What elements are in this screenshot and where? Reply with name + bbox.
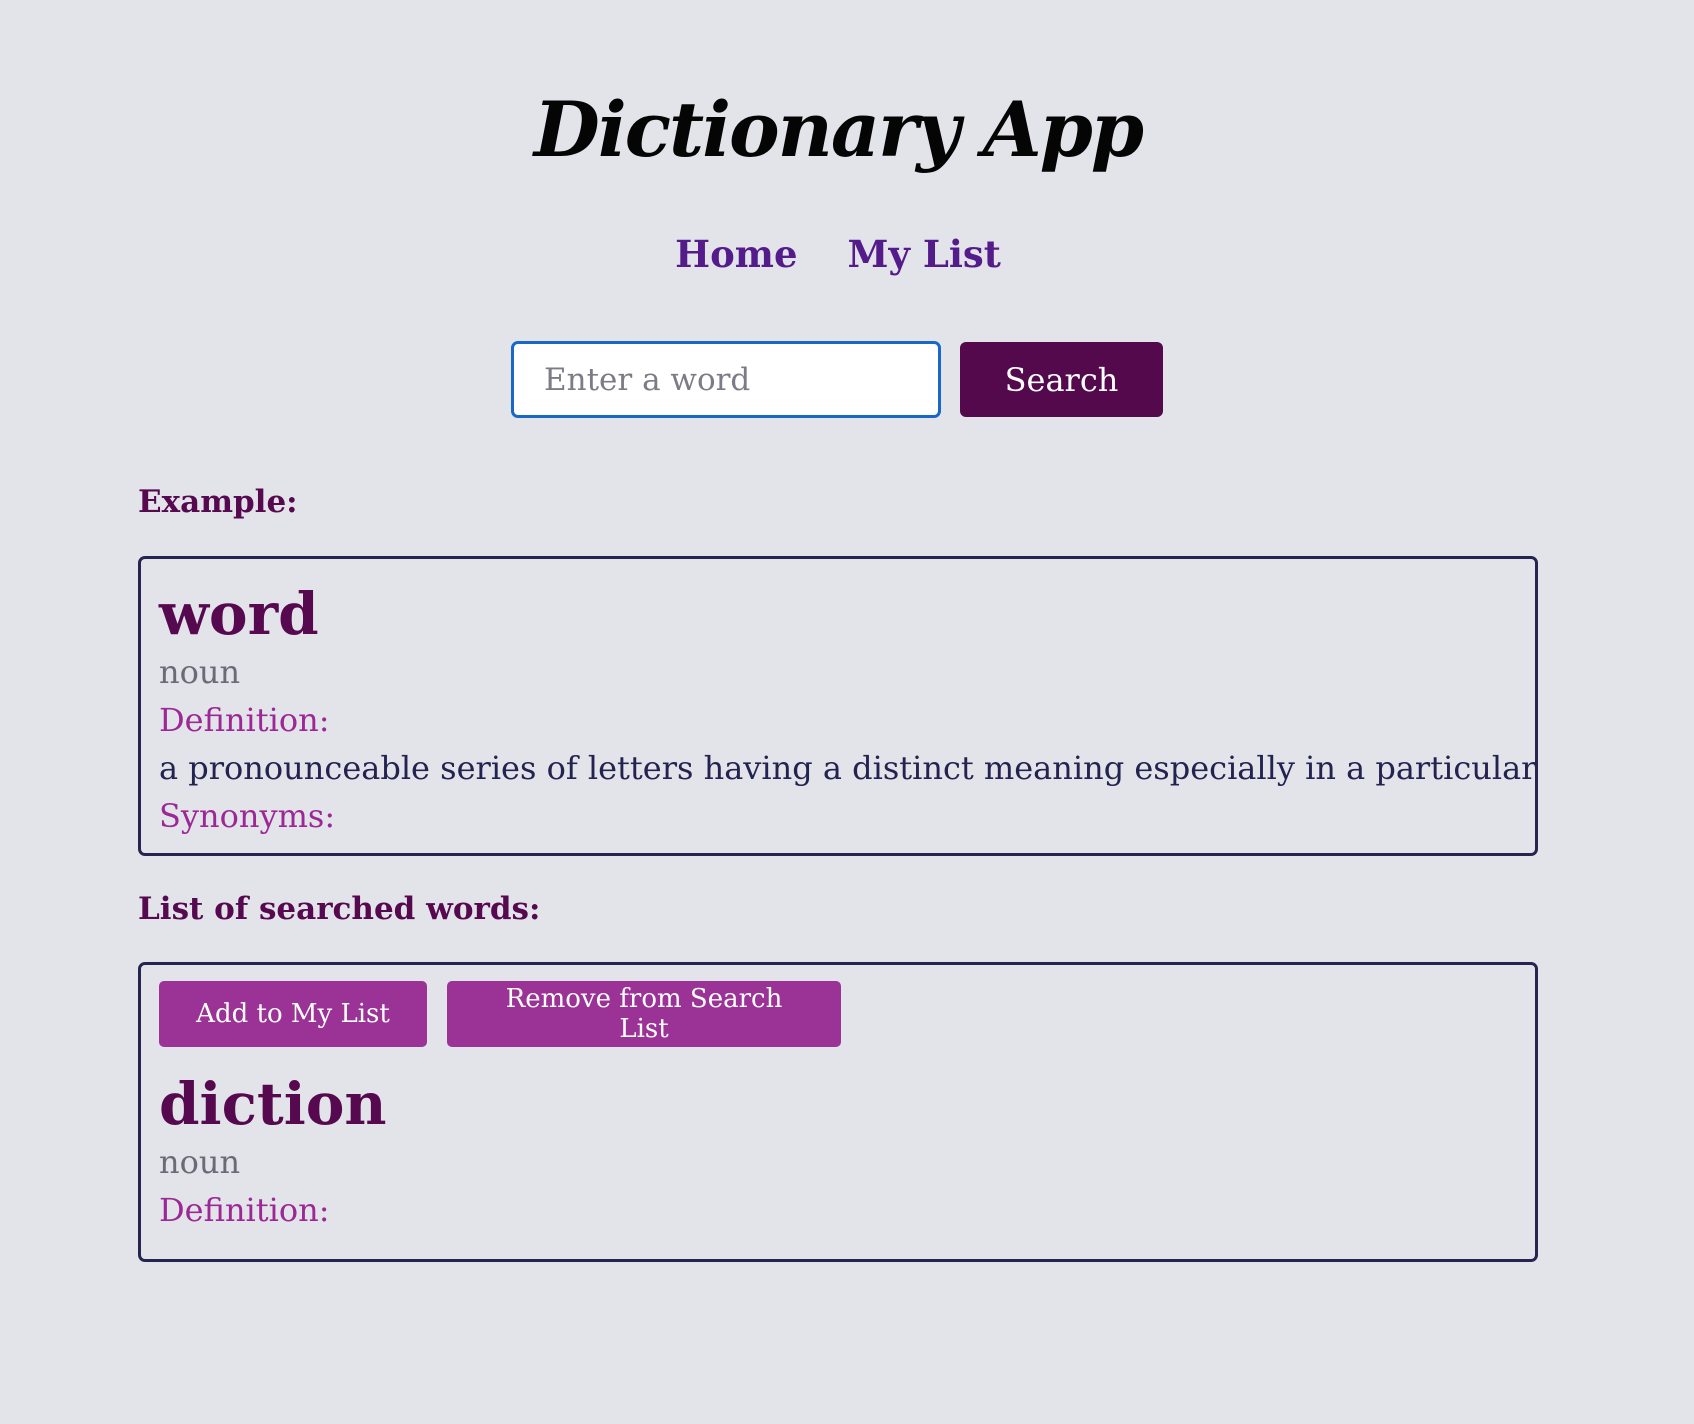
searched-word: diction [159,1070,387,1138]
searched-list-heading: List of searched words: [138,891,541,927]
search-button[interactable]: Search [960,342,1163,417]
searched-word-part-of-speech: noun [159,1142,241,1181]
nav-link-home[interactable]: Home [675,232,797,276]
app-title: Dictionary App [533,85,1144,174]
example-definition-label: Definition: [159,700,330,739]
example-word: word [159,580,319,648]
card-actions: Add to My List Remove from Search List [159,965,1517,1047]
example-definition-text: a pronounceable series of letters having… [159,748,1538,787]
searched-word-card: Add to My List Remove from Search List d… [138,962,1538,1262]
example-card: word noun Definition: a pronounceable se… [138,556,1538,856]
searched-word-definition-label: Definition: [159,1190,330,1229]
example-part-of-speech: noun [159,652,241,691]
remove-from-search-list-button[interactable]: Remove from Search List [447,981,841,1047]
nav-link-my-list[interactable]: My List [847,232,1000,276]
example-heading: Example: [138,484,298,520]
main-nav: Home My List [0,232,1676,276]
example-synonyms-label: Synonyms: [159,796,336,835]
search-input[interactable] [511,341,941,418]
add-to-my-list-button[interactable]: Add to My List [159,981,427,1047]
